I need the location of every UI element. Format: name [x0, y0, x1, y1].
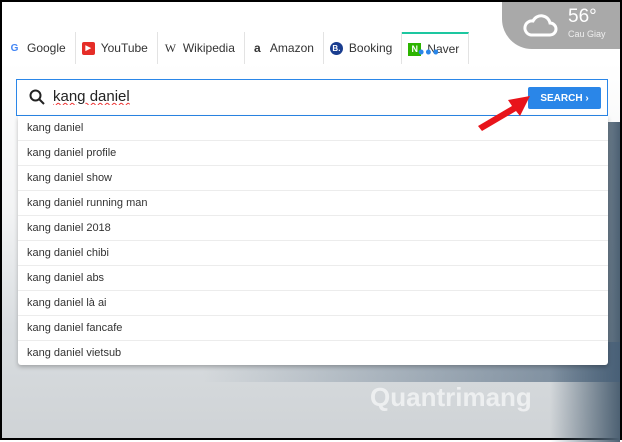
red-arrow-annotation — [478, 96, 530, 131]
tab-amazon[interactable]: a Amazon — [245, 32, 324, 64]
suggestion-item[interactable]: kang daniel abs — [18, 266, 608, 291]
tab-youtube[interactable]: ▶ YouTube — [76, 32, 158, 64]
search-input[interactable] — [53, 88, 353, 105]
shortcut-tabs: G Google ▶ YouTube W Wikipedia a Amazon B. Bo… — [2, 32, 470, 64]
wikipedia-icon: W — [164, 40, 177, 55]
booking-icon: B. — [329, 41, 343, 55]
weather-temperature: 56° — [568, 6, 597, 27]
weather-widget[interactable]: 56° Cau Giay — [502, 2, 620, 49]
google-icon: G — [10, 42, 19, 54]
weather-location: Cau Giay — [568, 29, 606, 39]
suggestion-item[interactable]: kang daniel fancafe — [18, 316, 608, 341]
search-button[interactable]: SEARCH › — [528, 87, 601, 109]
watermark-logo: Quantrimang — [370, 382, 532, 412]
search-icon — [29, 89, 45, 105]
more-shortcuts-button[interactable]: ••• — [418, 42, 440, 63]
cloud-icon — [523, 14, 558, 37]
suggestion-item[interactable]: kang daniel chibi — [18, 241, 608, 266]
suggestion-item[interactable]: kang daniel profile — [18, 141, 608, 166]
suggestion-item[interactable]: kang daniel running man — [18, 191, 608, 216]
amazon-icon: a — [254, 41, 261, 55]
youtube-icon: ▶ — [81, 41, 95, 55]
suggestion-item[interactable]: kang daniel 2018 — [18, 216, 608, 241]
suggestion-item[interactable]: kang daniel show — [18, 166, 608, 191]
tab-google[interactable]: G Google — [2, 32, 76, 64]
suggestion-item[interactable]: kang daniel là ai — [18, 291, 608, 316]
tab-wikipedia[interactable]: W Wikipedia — [158, 32, 245, 64]
suggestions-dropdown: kang daniel kang daniel profile kang dan… — [18, 116, 608, 365]
tab-booking[interactable]: B. Booking — [324, 32, 403, 64]
suggestion-item[interactable]: kang daniel vietsub — [18, 341, 608, 366]
